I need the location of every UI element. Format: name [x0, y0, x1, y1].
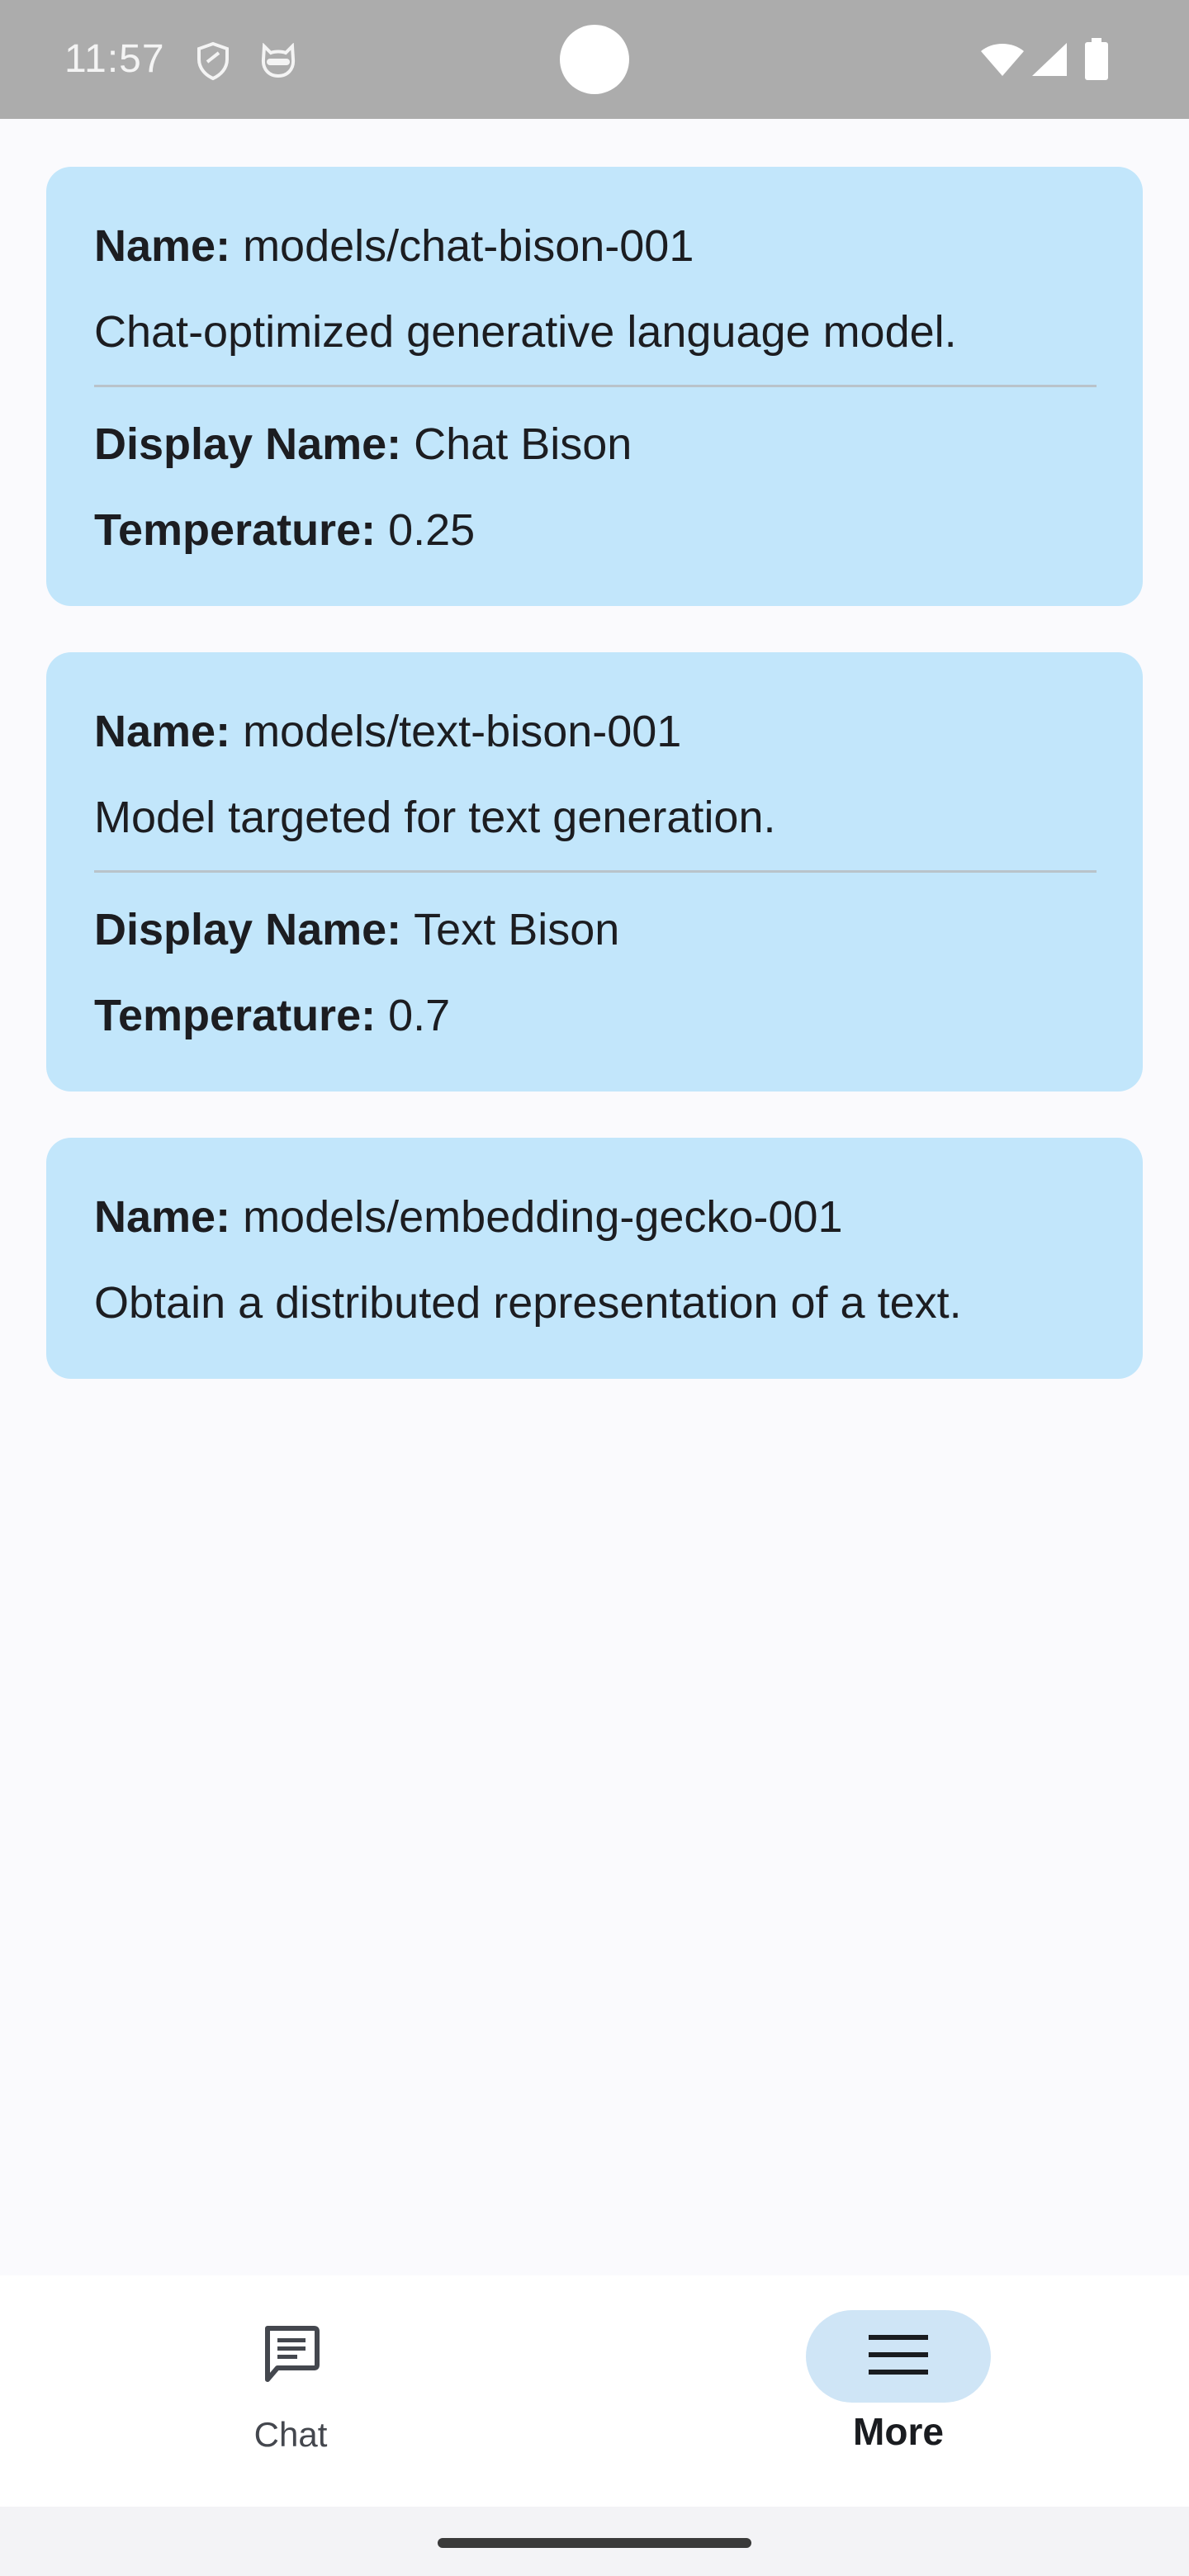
model-card[interactable]: Name: models/text-bison-001 Model target… [46, 652, 1143, 1091]
name-label: Name: [94, 1192, 244, 1242]
bottom-navigation: Chat More [0, 2275, 1189, 2507]
temperature-row: Temperature: 0.7 [94, 989, 1097, 1042]
display-name-label: Display Name: [94, 419, 414, 469]
nav-label-more: More [853, 2410, 944, 2453]
camera-cutout [560, 25, 629, 94]
model-description: Chat-optimized generative language model… [94, 307, 957, 357]
display-name-row: Display Name: Chat Bison [94, 418, 1097, 471]
home-gesture-handle[interactable] [438, 2538, 751, 2548]
name-label: Name: [94, 221, 244, 271]
menu-icon [867, 2330, 930, 2384]
name-label: Name: [94, 707, 244, 756]
nav-item-more[interactable]: More [707, 2275, 1090, 2507]
gesture-navigation-bar [0, 2507, 1189, 2576]
nav-item-chat[interactable]: Chat [99, 2275, 482, 2507]
model-card[interactable]: Name: models/embedding-gecko-001 Obtain … [46, 1138, 1143, 1379]
model-name-row: Name: models/chat-bison-001 [94, 220, 1097, 272]
signal-icon [1030, 41, 1068, 82]
model-name-row: Name: models/embedding-gecko-001 [94, 1191, 1097, 1243]
display-name-value: Text Bison [414, 905, 620, 954]
temperature-row: Temperature: 0.25 [94, 504, 1097, 556]
temperature-label: Temperature: [94, 991, 389, 1040]
model-list: Name: models/chat-bison-001 Chat-optimiz… [0, 119, 1189, 2275]
chat-icon [259, 2323, 322, 2390]
temperature-label: Temperature: [94, 505, 389, 555]
model-description: Obtain a distributed representation of a… [94, 1278, 962, 1328]
shield-icon [195, 41, 231, 85]
display-name-row: Display Name: Text Bison [94, 903, 1097, 956]
app-screen: 11:57 Name: models/chat-bison-001 Chat-o… [0, 0, 1189, 2576]
battery-icon [1083, 38, 1110, 85]
divider [94, 385, 1097, 387]
temperature-value: 0.7 [388, 991, 451, 1040]
model-name: models/text-bison-001 [243, 707, 682, 756]
display-name-label: Display Name: [94, 905, 414, 954]
nav-label-chat: Chat [253, 2415, 328, 2454]
model-card[interactable]: Name: models/chat-bison-001 Chat-optimiz… [46, 167, 1143, 606]
status-bar: 11:57 [0, 0, 1189, 119]
nav-indicator-active [806, 2310, 991, 2403]
model-description: Model targeted for text generation. [94, 793, 776, 842]
model-name: models/chat-bison-001 [243, 221, 694, 271]
cat-face-icon [259, 42, 297, 83]
model-name: models/embedding-gecko-001 [243, 1192, 843, 1242]
status-time: 11:57 [64, 37, 165, 81]
wifi-icon [979, 41, 1026, 82]
display-name-value: Chat Bison [414, 419, 632, 469]
temperature-value: 0.25 [388, 505, 476, 555]
nav-indicator [198, 2310, 383, 2403]
divider [94, 870, 1097, 873]
model-name-row: Name: models/text-bison-001 [94, 705, 1097, 758]
